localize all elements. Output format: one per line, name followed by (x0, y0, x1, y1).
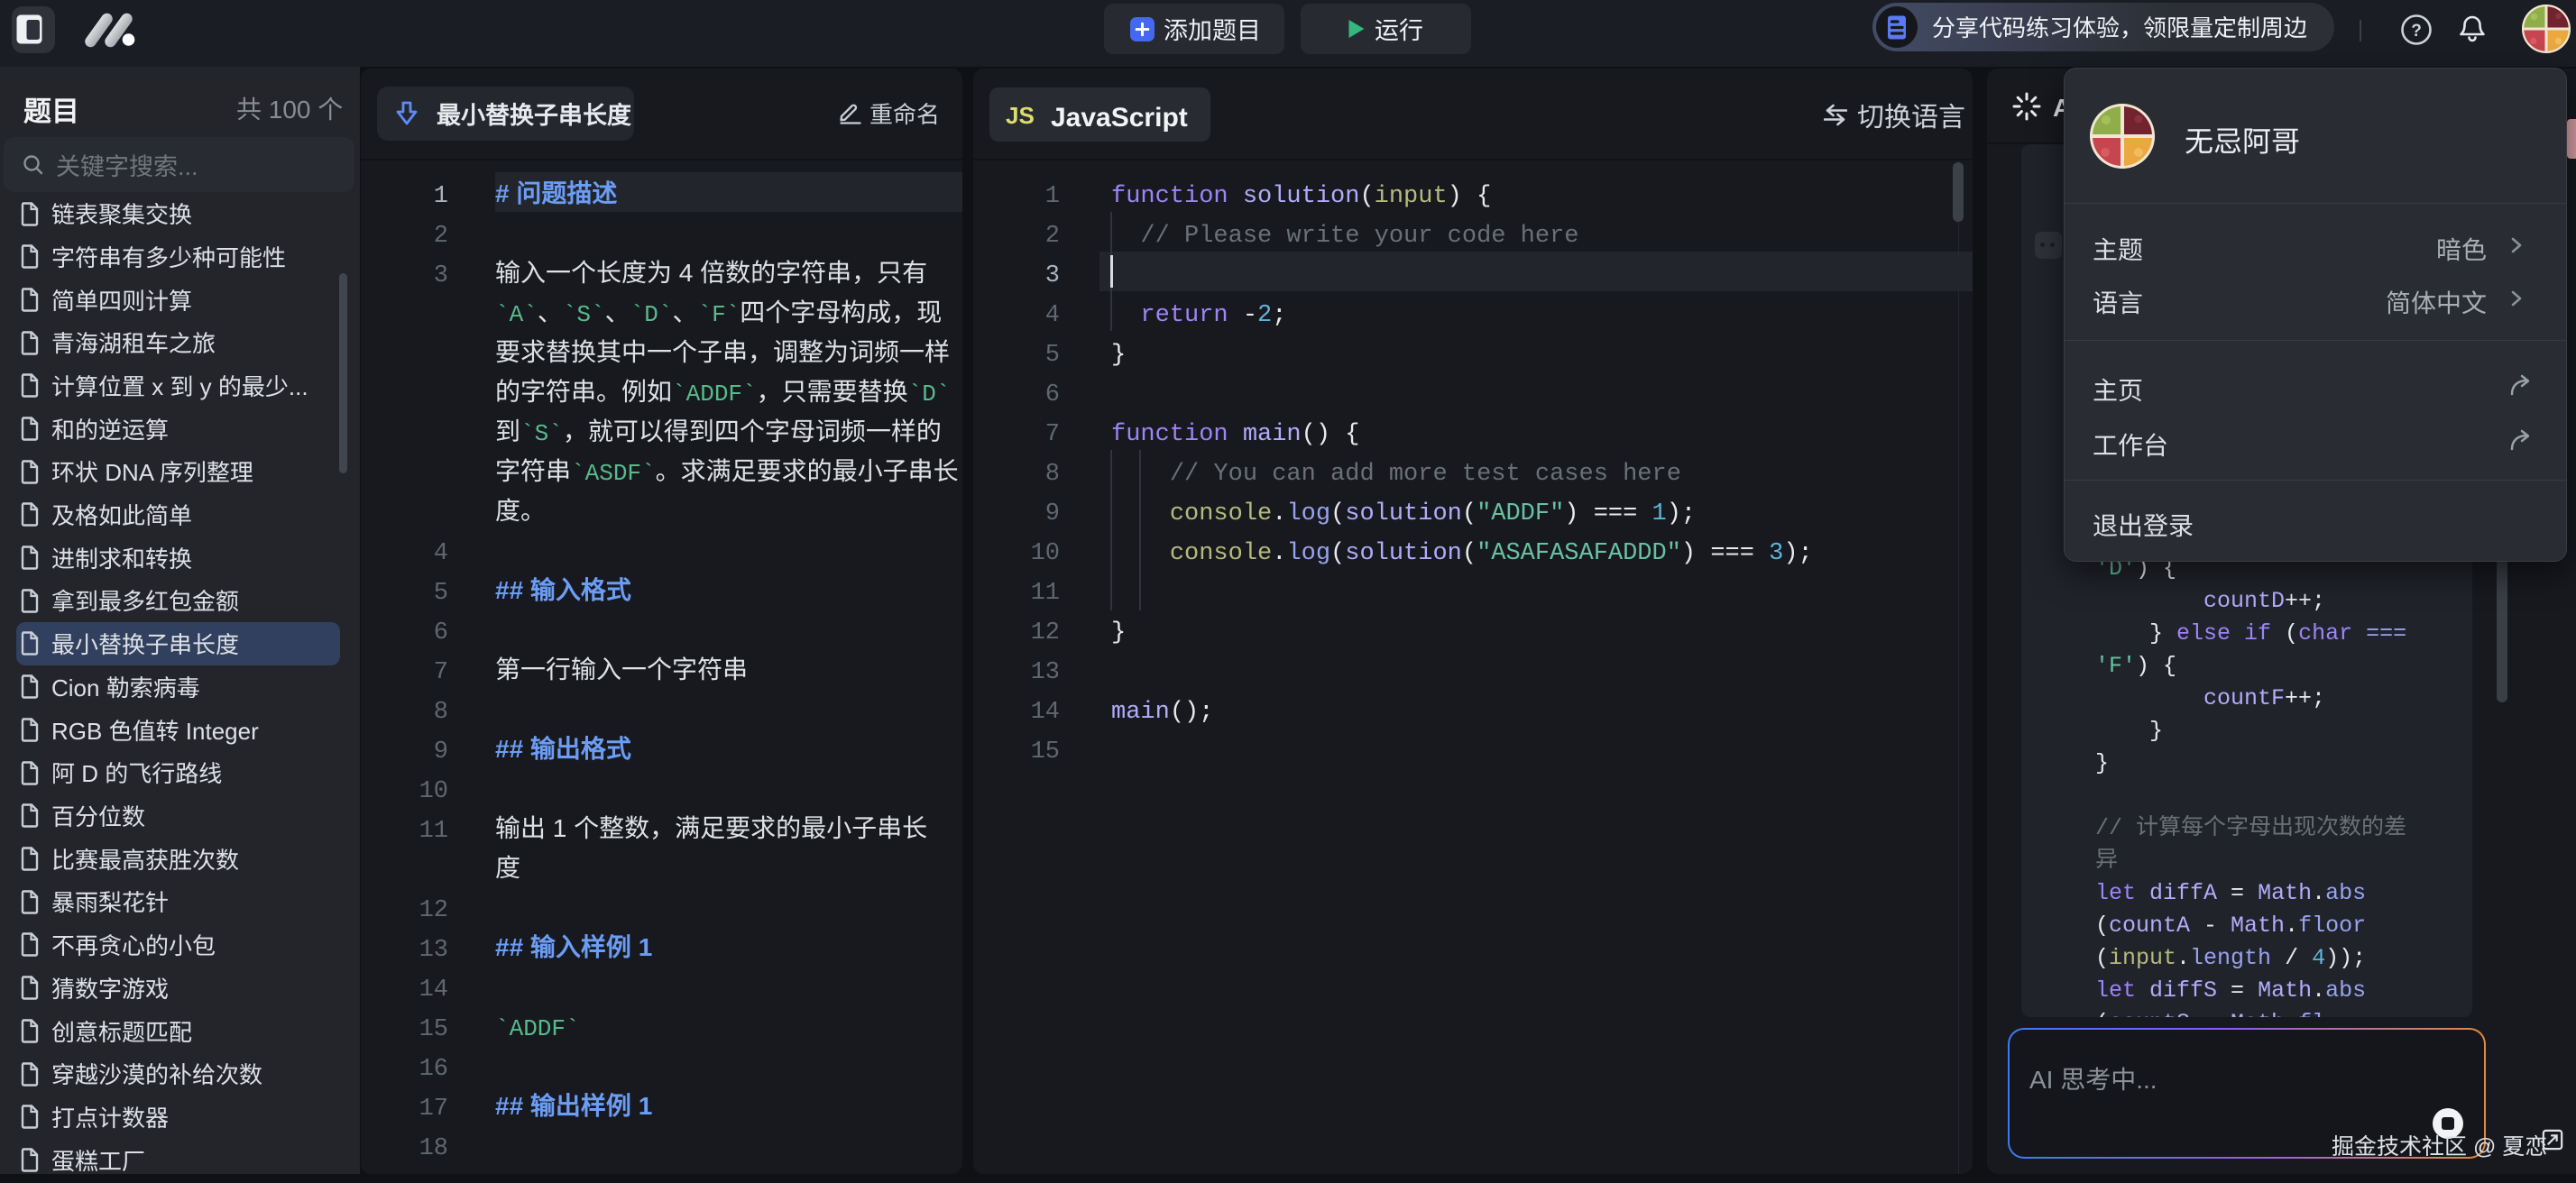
svg-text:?: ? (2411, 22, 2422, 41)
